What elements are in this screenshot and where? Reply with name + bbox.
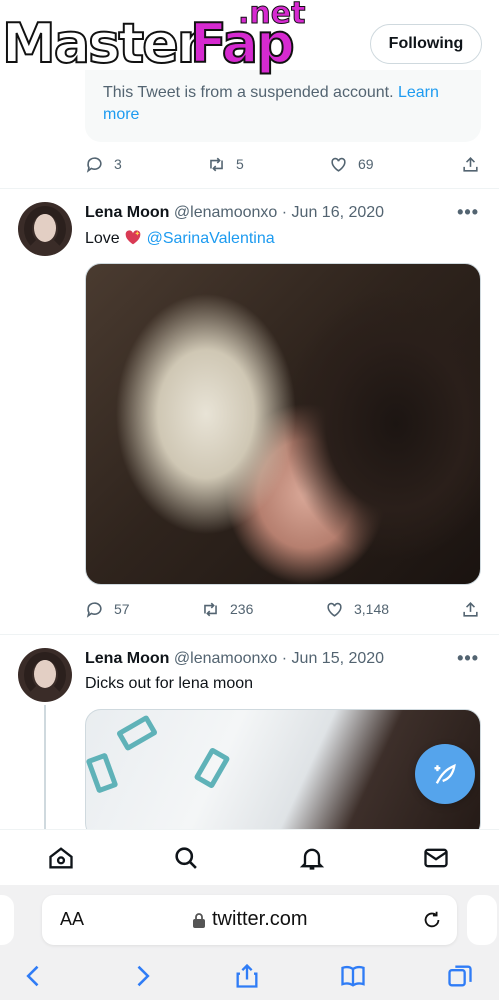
messages-envelope-icon[interactable] — [422, 844, 450, 872]
author-handle[interactable]: @lenamoonxo — [174, 204, 277, 221]
avatar[interactable] — [18, 648, 72, 702]
reader-settings-button[interactable]: AA — [60, 909, 84, 930]
like-button[interactable]: 3,148 — [325, 600, 389, 619]
tweet-actions: 57 236 3,148 — [85, 597, 481, 621]
retweet-button[interactable]: 5 — [207, 155, 244, 174]
heart-icon — [331, 157, 346, 172]
suspended-notice-text: This Tweet is from a suspended account. — [103, 84, 394, 101]
following-button[interactable]: Following — [370, 24, 482, 64]
retweet-count: 5 — [236, 156, 244, 172]
previous-tab-edge[interactable] — [0, 895, 14, 945]
more-options-icon[interactable]: ••• — [457, 202, 479, 223]
like-button[interactable]: 69 — [329, 155, 374, 174]
notifications-bell-icon[interactable] — [298, 844, 326, 872]
author-name[interactable]: Lena Moon — [85, 204, 169, 221]
share-icon — [463, 156, 478, 172]
like-count: 69 — [358, 156, 374, 172]
decor-tile — [115, 714, 159, 752]
home-icon[interactable] — [47, 844, 75, 872]
reply-button[interactable]: 57 — [85, 600, 130, 619]
mention-link[interactable]: @SarinaValentina — [147, 230, 275, 247]
decor-tile — [193, 746, 231, 790]
divider — [0, 634, 499, 635]
decor-tile — [86, 752, 119, 794]
retweet-button[interactable]: 236 — [201, 600, 253, 619]
compose-tweet-button[interactable] — [415, 744, 475, 804]
like-count: 3,148 — [354, 601, 390, 617]
retweet-count: 236 — [230, 601, 254, 617]
retweet-icon — [210, 157, 223, 171]
suspended-notice: This Tweet is from a suspended account. … — [85, 70, 481, 142]
search-icon[interactable] — [172, 844, 200, 872]
browser-toolbar: AA twitter.com — [0, 885, 499, 1000]
tweet-actions: 3 5 69 — [85, 152, 481, 176]
tweet-body: Love — [85, 230, 120, 247]
reply-count: 3 — [114, 156, 122, 172]
tweet-text: Love @SarinaValentina — [85, 229, 275, 248]
url-text[interactable]: twitter.com — [212, 908, 308, 931]
tweet-date[interactable]: Jun 16, 2020 — [292, 204, 385, 221]
reply-count: 57 — [114, 601, 130, 617]
tweet-text: Dicks out for lena moon — [85, 675, 254, 692]
reload-icon[interactable] — [421, 909, 443, 931]
bottom-navigation — [0, 829, 499, 885]
tweet-header: Lena Moon @lenamoonxo · Jun 16, 2020 — [85, 204, 384, 222]
separator-dot: · — [281, 204, 288, 221]
address-bar[interactable]: AA twitter.com — [42, 895, 457, 945]
tabs-icon[interactable] — [446, 962, 474, 990]
reply-icon — [86, 156, 102, 173]
separator-dot: · — [281, 650, 288, 667]
watermark-master: Master — [1, 11, 204, 76]
thread-line — [44, 705, 46, 830]
author-handle[interactable]: @lenamoonxo — [174, 650, 277, 667]
reply-icon — [86, 601, 102, 618]
tweet-date[interactable]: Jun 15, 2020 — [292, 650, 385, 667]
share-button[interactable] — [461, 600, 480, 619]
retweet-icon — [204, 602, 217, 616]
more-options-icon[interactable]: ••• — [457, 648, 479, 669]
share-button[interactable] — [461, 155, 480, 174]
back-chevron-icon[interactable] — [20, 962, 48, 990]
compose-feather-icon — [434, 763, 456, 784]
author-name[interactable]: Lena Moon — [85, 650, 169, 667]
tweet-header: Lena Moon @lenamoonxo · Jun 15, 2020 — [85, 650, 384, 668]
avatar[interactable] — [18, 202, 72, 256]
watermark-net: .net — [237, 0, 306, 32]
lock-icon — [193, 913, 205, 928]
share-icon — [463, 601, 478, 617]
bookmarks-book-icon[interactable] — [339, 962, 367, 990]
forward-chevron-icon[interactable] — [128, 962, 156, 990]
heart-icon — [327, 602, 342, 617]
share-sheet-icon[interactable] — [233, 962, 261, 990]
divider — [0, 188, 499, 189]
next-tab-edge[interactable] — [467, 895, 497, 945]
tweet-photo[interactable] — [85, 263, 481, 585]
reply-button[interactable]: 3 — [85, 155, 122, 174]
sparkling-heart-icon — [125, 230, 141, 245]
watermark-logo: Master Fap .net — [0, 0, 320, 80]
